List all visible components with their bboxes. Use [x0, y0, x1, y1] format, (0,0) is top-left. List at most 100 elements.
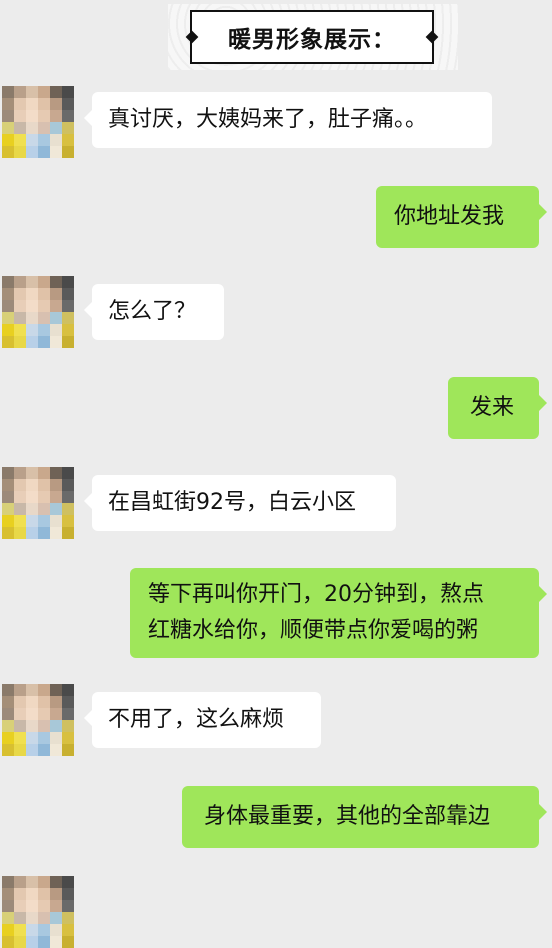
avatar-pixel — [38, 122, 50, 134]
avatar-pixel — [14, 276, 26, 288]
avatar-pixel — [38, 936, 50, 948]
avatar-pixel — [14, 122, 26, 134]
avatar-pixel — [14, 479, 26, 491]
message-text: 你地址发我 — [394, 204, 505, 229]
avatar-pixel — [14, 86, 26, 98]
avatar-pixel — [50, 888, 62, 900]
avatar-pixel — [38, 312, 50, 324]
avatar-pixel — [26, 467, 38, 479]
avatar-pixel — [50, 912, 62, 924]
avatar-pixel — [26, 708, 38, 720]
avatar-pixel — [2, 276, 14, 288]
avatar-pixel — [26, 98, 38, 110]
avatar-pixel — [2, 122, 14, 134]
avatar-pixel — [2, 288, 14, 300]
message-text: 在昌虹街92号，白云小区 — [108, 490, 356, 515]
avatar-pixel — [2, 732, 14, 744]
avatar-pixel — [26, 732, 38, 744]
avatar-pixel — [50, 98, 62, 110]
avatar-pixel — [26, 936, 38, 948]
avatar-pixel — [50, 467, 62, 479]
avatar-pixel — [26, 134, 38, 146]
avatar-pixel — [38, 924, 50, 936]
avatar-pixel — [50, 876, 62, 888]
avatar-pixel — [38, 696, 50, 708]
avatar-pixel — [14, 708, 26, 720]
avatar[interactable] — [2, 876, 74, 948]
avatar-pixel — [26, 527, 38, 539]
avatar-pixel — [14, 110, 26, 122]
avatar-pixel — [14, 467, 26, 479]
avatar-pixel — [26, 900, 38, 912]
avatar-pixel — [62, 888, 74, 900]
avatar[interactable] — [2, 86, 74, 158]
avatar-pixel — [50, 720, 62, 732]
avatar-pixel — [14, 900, 26, 912]
avatar-pixel — [50, 708, 62, 720]
avatar-pixel — [62, 122, 74, 134]
avatar-pixel — [62, 936, 74, 948]
message-bubble-received: 怎么了？ — [84, 284, 224, 340]
avatar-pixel — [50, 312, 62, 324]
avatar-pixel — [62, 684, 74, 696]
avatar-pixel — [50, 744, 62, 756]
avatar-pixel — [62, 503, 74, 515]
message-bubble-sent: 等下再叫你开门，20分钟到，熬点 红糖水给你，顺便带点你爱喝的粥 — [130, 568, 547, 658]
avatar-pixel — [62, 300, 74, 312]
title-frame: 暖男形象展示： — [185, 10, 439, 64]
message-bubble-sent: 发来 — [448, 377, 547, 439]
avatar-pixel — [2, 708, 14, 720]
avatar[interactable] — [2, 684, 74, 756]
avatar-pixel — [50, 503, 62, 515]
avatar-pixel — [26, 912, 38, 924]
avatar-pixel — [14, 732, 26, 744]
avatar-pixel — [62, 491, 74, 503]
avatar-pixel — [38, 86, 50, 98]
avatar-pixel — [38, 527, 50, 539]
avatar-pixel — [38, 515, 50, 527]
avatar-pixel — [62, 288, 74, 300]
avatar-pixel — [26, 684, 38, 696]
message-bubble-received: 在昌虹街92号，白云小区 — [84, 475, 396, 531]
message-text-line: 红糖水给你，顺便带点你爱喝的粥 — [148, 618, 479, 643]
avatar-pixel — [62, 146, 74, 158]
avatar-pixel — [2, 684, 14, 696]
avatar-pixel — [62, 515, 74, 527]
avatar-pixel — [14, 312, 26, 324]
message-text: 真讨厌，大姨妈来了，肚子痛。。 — [108, 107, 428, 132]
avatar-pixel — [26, 324, 38, 336]
avatar-pixel — [2, 336, 14, 348]
avatar-pixel — [14, 98, 26, 110]
avatar-pixel — [26, 312, 38, 324]
avatar-pixel — [26, 720, 38, 732]
avatar-pixel — [2, 110, 14, 122]
message-bubble-received: 不用了，这么麻烦 — [84, 692, 321, 748]
avatar-pixel — [50, 696, 62, 708]
avatar-pixel — [26, 888, 38, 900]
avatar-pixel — [14, 684, 26, 696]
avatar[interactable] — [2, 467, 74, 539]
message-bubble-received: 真讨厌，大姨妈来了，肚子痛。。 — [84, 92, 492, 148]
avatar-pixel — [14, 300, 26, 312]
avatar-pixel — [62, 912, 74, 924]
avatar-pixel — [50, 515, 62, 527]
avatar-pixel — [50, 86, 62, 98]
avatar-pixel — [2, 134, 14, 146]
avatar-pixel — [62, 110, 74, 122]
avatar-pixel — [2, 86, 14, 98]
avatar-pixel — [2, 491, 14, 503]
avatar-pixel — [50, 276, 62, 288]
avatar-pixel — [38, 900, 50, 912]
avatar-pixel — [2, 936, 14, 948]
avatar-pixel — [26, 122, 38, 134]
avatar-pixel — [14, 146, 26, 158]
avatar-pixel — [26, 276, 38, 288]
avatar-pixel — [38, 888, 50, 900]
avatar-pixel — [50, 527, 62, 539]
avatar-pixel — [14, 720, 26, 732]
avatar-pixel — [2, 924, 14, 936]
avatar-pixel — [14, 912, 26, 924]
avatar-pixel — [50, 110, 62, 122]
avatar[interactable] — [2, 276, 74, 348]
avatar-pixel — [62, 876, 74, 888]
